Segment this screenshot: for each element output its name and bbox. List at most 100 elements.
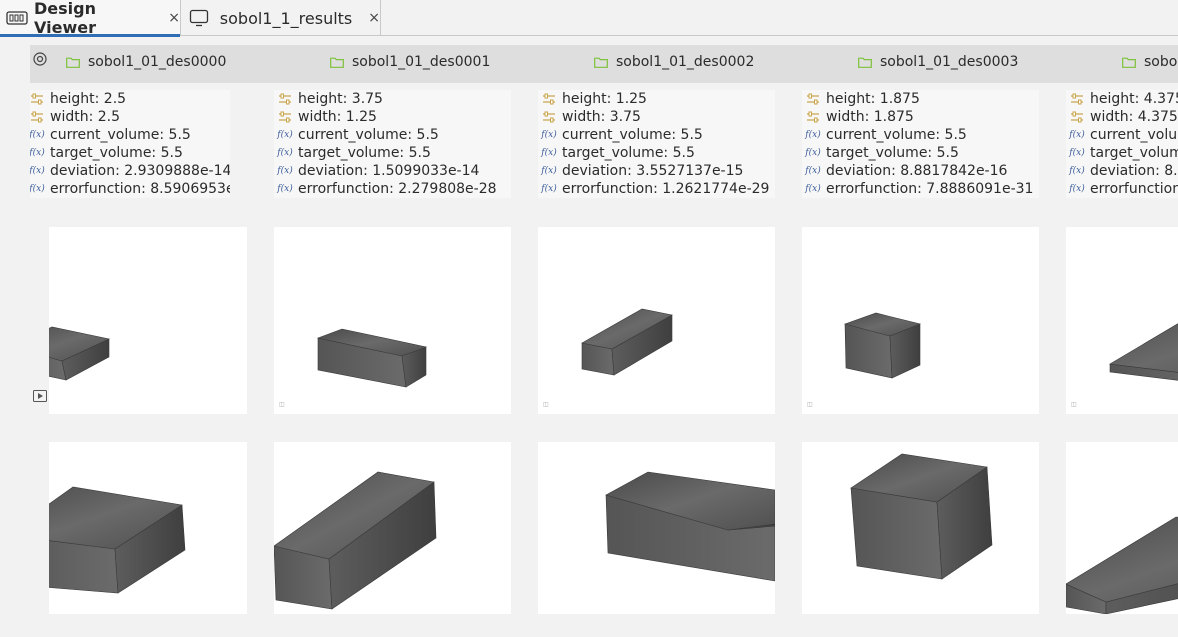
slider-icon — [30, 93, 44, 105]
close-icon[interactable]: × — [368, 10, 380, 26]
design-column-header[interactable]: sobol1_01_des0004 — [1122, 52, 1178, 72]
target-icon[interactable] — [32, 51, 48, 71]
function-icon: f(x) — [277, 148, 293, 158]
function-icon: f(x) — [1069, 166, 1085, 176]
close-icon[interactable]: × — [168, 10, 180, 26]
parameter-text: target_volume: 5.5 — [298, 145, 431, 161]
parameter-text: height: 4.375 — [1090, 91, 1178, 107]
render-watermark-icon: ◫ — [279, 401, 285, 408]
parameter-text: width: 1.875 — [826, 109, 914, 125]
play-icon[interactable] — [33, 387, 47, 406]
design-render-thumbnail[interactable]: ◫ — [274, 227, 511, 414]
function-icon: f(x) — [30, 166, 45, 176]
design-render-thumbnail[interactable] — [49, 227, 247, 414]
design-render-thumbnail[interactable] — [802, 442, 1039, 614]
parameter-row: f(x) errorfunction: 7.8886091e-31 — [802, 180, 1033, 198]
design-render-thumbnail[interactable] — [538, 442, 775, 614]
parameter-text: deviation: 3.5527137e-15 — [562, 163, 744, 179]
parameter-row: f(x) target_volume: 5.5 — [274, 144, 431, 162]
function-icon: f(x) — [805, 130, 821, 140]
parameter-text: target_volume: 5.5 — [826, 145, 959, 161]
parameter-text: deviation: 2.9309888e-14 — [50, 163, 230, 179]
parameter-text: errorfunction: 1 — [1090, 181, 1178, 197]
parameter-text: errorfunction: 1.2621774e-29 — [562, 181, 770, 197]
design-parameters: height: 3.75 width: 1.25 f(x) current_volum… — [274, 90, 511, 198]
design-parameters: height: 2.5 width: 2.5 f(x) current_volume:… — [30, 90, 230, 198]
parameter-row: f(x) target_volume: 5.5 — [538, 144, 695, 162]
parameter-row: f(x) deviation: 3.5527137e-15 — [538, 162, 743, 180]
tab-design-viewer[interactable]: Design Viewer × — [0, 0, 181, 37]
tab-label: Design Viewer — [34, 0, 96, 37]
design-name: sobol1_01_des0003 — [880, 54, 1019, 70]
parameter-text: height: 1.25 — [562, 91, 647, 107]
function-icon: f(x) — [277, 166, 293, 176]
parameter-row: f(x) errorfunction: 1 — [1066, 180, 1178, 198]
design-viewer-icon — [6, 9, 28, 27]
parameter-row: f(x) current_volume: 5.5 — [538, 126, 703, 144]
folder-icon — [330, 57, 344, 68]
slider-icon — [30, 111, 44, 123]
box-render — [1066, 516, 1178, 614]
box-render — [274, 471, 437, 610]
parameter-row: height: 3.75 — [274, 90, 383, 108]
function-icon: f(x) — [1069, 148, 1085, 158]
parameter-text: current_volume: 5.5 — [562, 127, 703, 143]
function-icon: f(x) — [541, 130, 557, 140]
design-render-thumbnail[interactable]: ◫ — [802, 227, 1039, 414]
design-parameters: height: 1.25 width: 3.75 f(x) current_volum… — [538, 90, 775, 198]
function-icon: f(x) — [30, 130, 45, 140]
design-column-header[interactable]: sobol1_01_des0002 — [594, 52, 754, 72]
design-column-header[interactable]: sobol1_01_des0003 — [858, 52, 1018, 72]
design-column-header[interactable]: sobol1_01_des0000 — [66, 52, 226, 72]
function-icon: f(x) — [541, 148, 557, 158]
parameter-row: width: 1.875 — [802, 108, 914, 126]
design-viewer-panel: sobol1_01_des0000 height: 2.5 width: 2.5 f(… — [0, 37, 1178, 637]
tab-sobol-results[interactable]: sobol1_1_results × — [182, 0, 381, 36]
function-icon: f(x) — [30, 184, 45, 194]
parameter-row: f(x) deviation: 8.8817842e-16 — [802, 162, 1007, 180]
render-watermark-icon: ◫ — [543, 401, 549, 408]
render-watermark-icon: ◫ — [807, 401, 813, 408]
parameter-text: width: 4.375 — [1090, 109, 1178, 125]
design-render-thumbnail[interactable] — [274, 442, 511, 614]
parameter-row: f(x) errorfunction: 8.5906953e-28 — [30, 180, 230, 198]
parameter-text: deviation: 1.5099033e-14 — [298, 163, 480, 179]
slider-icon — [1070, 93, 1084, 105]
parameter-text: deviation: 8.8817842e-16 — [826, 163, 1008, 179]
design-column-header[interactable]: sobol1_01_des0001 — [330, 52, 490, 72]
parameter-text: width: 2.5 — [50, 109, 121, 125]
design-parameters: height: 4.375 width: 4.375 f(x) current_vol… — [1066, 90, 1178, 198]
slider-icon — [542, 111, 556, 123]
function-icon: f(x) — [1069, 184, 1085, 194]
parameter-text: deviation: 8.4 — [1090, 163, 1178, 179]
parameter-row: height: 1.875 — [802, 90, 920, 108]
folder-icon — [1122, 57, 1136, 68]
function-icon: f(x) — [30, 148, 45, 158]
design-render-thumbnail[interactable]: ◫ — [1066, 227, 1178, 414]
editor-tab-bar: Design Viewer × sobol1_1_results × — [0, 0, 1178, 37]
parameter-row: f(x) deviation: 1.5099033e-14 — [274, 162, 479, 180]
parameter-row: f(x) current_volume: 5.5 — [802, 126, 967, 144]
parameter-text: current_volume: 5.5 — [826, 127, 967, 143]
design-name: sobol1_01_des0002 — [616, 54, 755, 70]
parameter-row: f(x) current_volume: 5.5 — [30, 126, 191, 144]
parameter-text: height: 1.875 — [826, 91, 920, 107]
slider-icon — [278, 111, 292, 123]
design-render-thumbnail[interactable] — [49, 442, 247, 614]
box-render — [49, 326, 110, 381]
parameter-row: f(x) deviation: 2.9309888e-14 — [30, 162, 230, 180]
function-icon: f(x) — [277, 184, 293, 194]
function-icon: f(x) — [277, 130, 293, 140]
parameter-text: target_volume: 5.5 — [50, 145, 183, 161]
parameter-row: f(x) errorfunction: 1.2621774e-29 — [538, 180, 769, 198]
parameter-row: f(x) target_volume: 5.5 — [802, 144, 959, 162]
parameter-row: f(x) target_volume: 5.5 — [30, 144, 183, 162]
parameter-text: errorfunction: 7.8886091e-31 — [826, 181, 1034, 197]
function-icon: f(x) — [1069, 130, 1085, 140]
box-render — [1109, 323, 1178, 381]
design-render-thumbnail[interactable]: ◫ — [538, 227, 775, 414]
parameter-row: width: 4.375 — [1066, 108, 1178, 126]
design-render-thumbnail[interactable] — [1066, 442, 1178, 614]
box-render — [850, 453, 993, 580]
function-icon: f(x) — [805, 166, 821, 176]
